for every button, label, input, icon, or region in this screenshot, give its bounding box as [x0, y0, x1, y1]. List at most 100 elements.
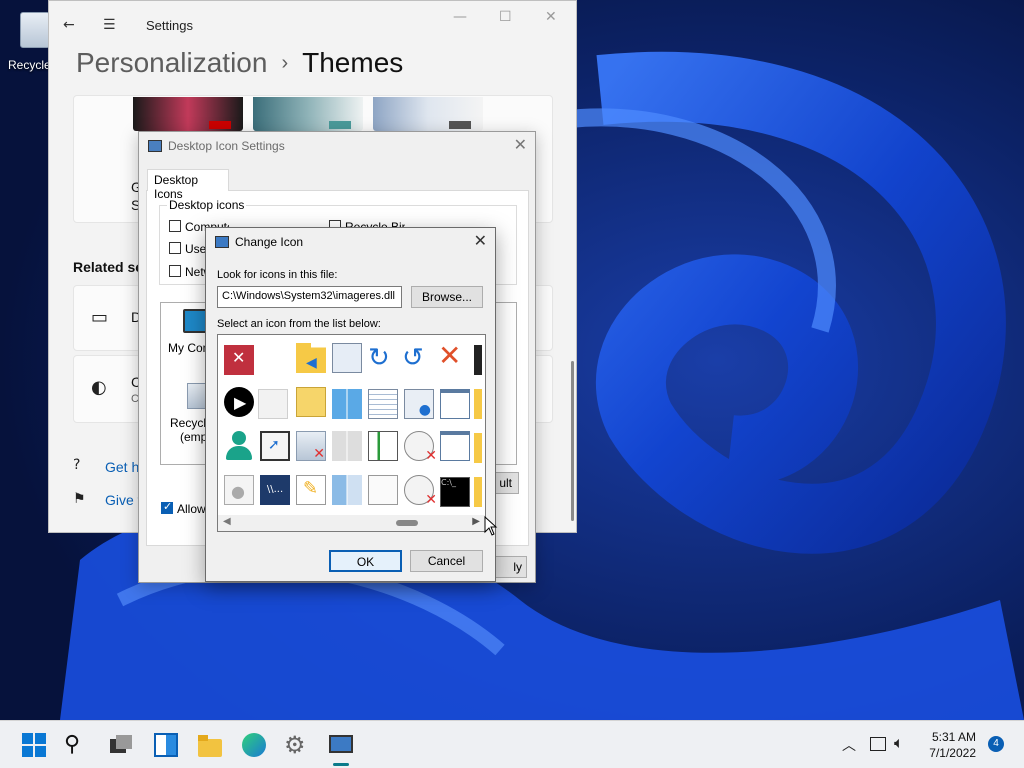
icon-file-path-input[interactable]: C:\Windows\System32\imageres.dll	[217, 286, 402, 308]
partial-icon[interactable]	[474, 345, 482, 375]
cancel-button[interactable]: Cancel	[410, 550, 483, 572]
column-bar-icon[interactable]	[368, 431, 398, 461]
network-x-icon[interactable]: ✕	[404, 475, 437, 508]
scroll-right-icon[interactable]: ▶	[472, 516, 480, 527]
desktop-recycle-bin[interactable]: Recycle	[0, 6, 52, 76]
grid-tiles-icon[interactable]	[332, 431, 362, 461]
scrollbar[interactable]	[571, 361, 574, 521]
network-icon[interactable]	[870, 737, 886, 751]
web-globe-icon[interactable]: ●	[404, 389, 434, 419]
close-icon[interactable]: ✕	[514, 135, 527, 154]
browse-button[interactable]: Browse...	[411, 286, 483, 308]
copy-documents-icon[interactable]	[332, 343, 362, 373]
clock-date[interactable]: 7/1/2022	[929, 746, 976, 760]
close-icon[interactable]: ✕	[474, 231, 487, 250]
breadcrumb-parent[interactable]: Personalization	[76, 47, 267, 78]
chevron-up-icon[interactable]: ︿	[842, 735, 856, 755]
ok-button[interactable]: OK	[329, 550, 402, 572]
delete-red-icon[interactable]: ✕	[224, 345, 254, 375]
notification-badge[interactable]: 4	[988, 736, 1004, 752]
checkbox-computer[interactable]	[169, 220, 181, 232]
icon-label: Recycle	[170, 416, 208, 430]
recycle-bin-x-icon[interactable]: ✕	[296, 431, 326, 462]
theme-thumbnail[interactable]	[133, 97, 243, 131]
partial-icon[interactable]	[474, 477, 482, 507]
desktop-icon-settings-icon[interactable]	[327, 731, 355, 759]
checkbox-network[interactable]	[169, 265, 181, 277]
partial-icon[interactable]	[474, 433, 482, 463]
maximize-icon[interactable]: ☐	[499, 7, 512, 27]
icon-label: My Comp	[168, 341, 208, 355]
file-explorer-icon[interactable]	[196, 731, 224, 759]
icon-grid[interactable]: ✕ ◀ ↻ ↺ ✕ ▶ ● ➚ ✕ ✕ ● \\... ✎ ✕ C:\_ ◀ ▶	[217, 334, 486, 532]
list-details-icon[interactable]	[368, 389, 398, 419]
tiles-blue-icon[interactable]	[332, 475, 362, 505]
command-prompt-icon[interactable]: C:\_	[440, 477, 470, 507]
edit-pencil-icon[interactable]: ✎	[296, 475, 326, 505]
documents-icon[interactable]	[296, 387, 326, 417]
give-feedback-link[interactable]: Give f	[105, 492, 142, 508]
scroll-thumb[interactable]	[396, 520, 418, 526]
network-path-icon[interactable]: \\...	[260, 475, 290, 505]
get-help-link[interactable]: Get h	[105, 459, 139, 475]
theme-thumbnail[interactable]	[253, 97, 363, 131]
active-app-indicator	[333, 763, 349, 766]
page-title: Themes	[302, 47, 404, 78]
x-cross-icon[interactable]: ✕	[438, 341, 468, 371]
change-icon-dialog: Change Icon ✕ Look for icons in this fil…	[205, 227, 496, 582]
volume-icon[interactable]: 🔈︎	[894, 733, 904, 753]
recycle-bin-icon	[20, 12, 50, 48]
dialog-title: Desktop Icon Settings	[168, 139, 285, 153]
dialog-title: Change Icon	[235, 235, 304, 249]
recycle-bin-label: Recycle	[8, 58, 51, 72]
clock-time[interactable]: 5:31 AM	[932, 730, 976, 744]
minimize-icon[interactable]: —	[453, 7, 467, 27]
checkbox-label: Netw	[185, 265, 207, 279]
theme-thumbnail[interactable]	[373, 97, 483, 131]
search-icon[interactable]: ⚲	[64, 731, 92, 759]
contrast-icon: ◐	[91, 377, 107, 398]
folder-arrow-icon[interactable]: ◀	[296, 343, 326, 373]
user-person-icon[interactable]	[224, 431, 254, 461]
taskbar: ⚲ ⚙ ︿ 🔈︎ 5:31 AM 7/1/2022	[0, 720, 1024, 768]
menu-icon[interactable]: ☰	[103, 15, 116, 35]
settings-icon[interactable]: ⚙	[284, 731, 312, 759]
partial-icon[interactable]	[474, 389, 482, 419]
windows-cascade-icon[interactable]	[440, 431, 470, 461]
disc-document-icon[interactable]: ●	[224, 475, 254, 505]
close-icon[interactable]: ✕	[545, 7, 557, 27]
group-label: Desktop icons	[167, 198, 247, 212]
related-settings-label: Related se	[73, 259, 144, 275]
redo-arrow-icon[interactable]: ↻	[368, 343, 398, 373]
widgets-icon[interactable]	[152, 731, 180, 759]
start-icon[interactable]	[20, 731, 48, 759]
blank-window-icon[interactable]	[258, 389, 288, 419]
desktop-icon-settings-app-icon	[148, 140, 162, 152]
mouse-cursor-icon	[484, 516, 498, 536]
scroll-left-icon[interactable]: ◀	[223, 516, 231, 527]
window-icon[interactable]	[440, 389, 470, 419]
monitor-icon: ▭	[91, 307, 109, 328]
change-icon-app-icon	[215, 236, 229, 248]
settings-title: Settings	[146, 18, 193, 33]
breadcrumb-separator: ›	[281, 52, 289, 74]
blank-document-icon[interactable]	[368, 475, 398, 505]
back-arrow-icon[interactable]: ←	[63, 15, 75, 35]
apply-button[interactable]: ly	[495, 556, 527, 578]
undo-arrow-icon[interactable]: ↺	[402, 343, 432, 373]
tab-desktop-icons[interactable]: Desktop Icons	[147, 169, 229, 201]
feedback-icon: ⚑	[73, 491, 86, 507]
help-icon: ?	[73, 457, 81, 473]
edge-icon[interactable]	[240, 731, 268, 759]
clock-x-icon[interactable]: ✕	[404, 431, 437, 464]
checkbox-user[interactable]	[169, 242, 181, 254]
checkbox-allow-themes[interactable]	[161, 500, 173, 514]
look-for-icons-label: Look for icons in this file:	[217, 269, 338, 281]
task-view-icon[interactable]	[106, 731, 134, 759]
icon-grid-scrollbar[interactable]: ◀ ▶	[218, 515, 485, 531]
checkbox-label: Allow t	[177, 502, 207, 516]
windows-tiles-icon[interactable]	[332, 389, 362, 419]
checkbox-label: User	[185, 242, 207, 256]
clipboard-shortcut-icon[interactable]: ➚	[260, 431, 290, 461]
play-circle-icon[interactable]: ▶	[224, 387, 254, 417]
